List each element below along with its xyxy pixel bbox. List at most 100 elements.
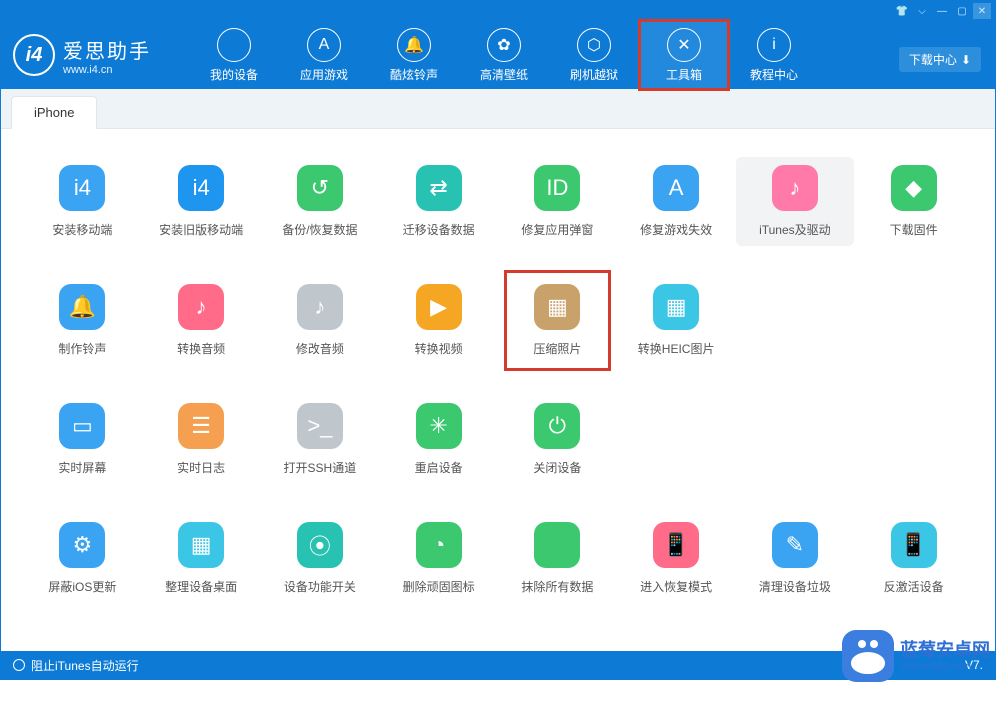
tool-item[interactable]: ◆下载固件 [854, 157, 973, 246]
tool-icon: 📱 [891, 522, 937, 568]
download-center-button[interactable]: 下载中心 ⬇ [899, 47, 981, 72]
tool-item[interactable]: 抹除所有数据 [498, 514, 617, 603]
logo-icon: i4 [13, 34, 55, 76]
tool-item[interactable]: ▶ 转换视频 [379, 276, 498, 365]
tool-label: 实时日志 [177, 459, 225, 476]
nav-wallpaper[interactable]: ✿ 高清壁纸 [461, 22, 547, 88]
minimize-icon[interactable]: — [933, 3, 951, 19]
tool-icon: ✳ [416, 403, 462, 449]
nav-apps[interactable]: A 应用游戏 [281, 22, 367, 88]
tool-item[interactable]: A 修复游戏失效 [617, 157, 736, 246]
bell-icon: 🔔 [397, 28, 431, 62]
radio-icon[interactable] [13, 659, 25, 671]
tool-icon: ⇄ [416, 165, 462, 211]
tool-icon: A [653, 165, 699, 211]
tool-item[interactable]: ⚙屏蔽iOS更新 [23, 514, 142, 603]
tool-label: 修复游戏失效 [640, 221, 712, 238]
tool-icon: ⦿ [297, 522, 343, 568]
tool-label: 抹除所有数据 [521, 578, 593, 595]
tool-icon: ⏻ [534, 403, 580, 449]
tool-item[interactable]: ♪修改音频 [261, 276, 380, 365]
tool-icon: ↺ [297, 165, 343, 211]
tool-icon: ▦ [534, 284, 580, 330]
tool-label: 压缩照片 [533, 340, 581, 357]
theme-icon[interactable]: 👕 [893, 3, 911, 19]
nav-my-device[interactable]: 我的设备 [191, 22, 277, 88]
tabs: iPhone [1, 89, 995, 129]
tool-label: 转换音频 [177, 340, 225, 357]
watermark: 蓝莓安卓网 www.lmkjst.com [842, 630, 990, 682]
tool-item[interactable]: ✎ 清理设备垃圾 [736, 514, 855, 603]
info-icon: i [757, 28, 791, 62]
blueberry-icon [842, 630, 894, 682]
tool-item[interactable]: ▦ 整理设备桌面 [142, 514, 261, 603]
tool-item[interactable]: ↺ 备份/恢复数据 [261, 157, 380, 246]
status-text: 阻止iTunes自动运行 [31, 657, 139, 674]
nav-flash[interactable]: ⬡ 刷机越狱 [551, 22, 637, 88]
tool-label: 打开SSH通道 [284, 459, 357, 476]
tool-item[interactable]: ⏻ 关闭设备 [498, 395, 617, 484]
tool-item[interactable]: ✳ 重启设备 [379, 395, 498, 484]
tool-item[interactable]: i4安装移动端 [23, 157, 142, 246]
tool-item[interactable]: ⦿ 设备功能开关 [261, 514, 380, 603]
tool-label: 进入恢复模式 [640, 578, 712, 595]
tool-icon: ⚙ [59, 522, 105, 568]
tool-icon: ▶ [416, 284, 462, 330]
titlebar: 👕 ⌵ — ▢ ✕ [1, 1, 995, 21]
nav-tutorials[interactable]: i 教程中心 [731, 22, 817, 88]
tool-icon: ▭ [59, 403, 105, 449]
dropdown-icon[interactable]: ⌵ [913, 3, 931, 19]
tool-icon [534, 522, 580, 568]
tool-icon: ✎ [772, 522, 818, 568]
tool-item[interactable]: ♪ iTunes及驱动 [736, 157, 855, 246]
tool-icon: >_ [297, 403, 343, 449]
tool-item[interactable]: ♪转换音频 [142, 276, 261, 365]
tool-label: 修复应用弹窗 [521, 221, 593, 238]
download-icon: ⬇ [961, 53, 971, 67]
tool-item[interactable]: ▦ 压缩照片 [498, 276, 617, 365]
close-icon[interactable]: ✕ [973, 3, 991, 19]
app-icon: A [307, 28, 341, 62]
tool-item[interactable]: 🔔制作铃声 [23, 276, 142, 365]
tab-iphone[interactable]: iPhone [11, 96, 97, 129]
tool-item[interactable]: ☰实时日志 [142, 395, 261, 484]
tool-icon: ▦ [653, 284, 699, 330]
flower-icon: ✿ [487, 28, 521, 62]
box-icon: ⬡ [577, 28, 611, 62]
tool-item[interactable]: i4安装旧版移动端 [142, 157, 261, 246]
tool-label: 清理设备垃圾 [759, 578, 831, 595]
tool-label: 转换视频 [415, 340, 463, 357]
tool-label: 制作铃声 [58, 340, 106, 357]
tool-item[interactable]: ⇄迁移设备数据 [379, 157, 498, 246]
tool-label: 关闭设备 [533, 459, 581, 476]
tool-icon: ◔ [416, 522, 462, 568]
tool-label: 实时屏幕 [58, 459, 106, 476]
tool-label: 整理设备桌面 [165, 578, 237, 595]
tool-label: 删除顽固图标 [403, 578, 475, 595]
tool-item[interactable]: ▦ 转换HEIC图片 [617, 276, 736, 365]
tool-label: 重启设备 [415, 459, 463, 476]
tool-icon: ♪ [772, 165, 818, 211]
tool-label: iTunes及驱动 [759, 221, 831, 238]
tool-item[interactable]: ID 修复应用弹窗 [498, 157, 617, 246]
nav-ringtones[interactable]: 🔔 酷炫铃声 [371, 22, 457, 88]
tool-label: 备份/恢复数据 [282, 221, 357, 238]
tool-label: 转换HEIC图片 [638, 340, 715, 357]
tool-grid-area: i4安装移动端i4安装旧版移动端 ↺ 备份/恢复数据 ⇄迁移设备数据 ID 修复应用弹窗 A… [1, 129, 995, 651]
tool-item[interactable]: ◔ 删除顽固图标 [379, 514, 498, 603]
tool-label: 安装移动端 [52, 221, 112, 238]
tool-icon: ◆ [891, 165, 937, 211]
tool-item[interactable]: 📱 反激活设备 [854, 514, 973, 603]
app-title: 爱思助手 [63, 35, 151, 64]
tool-label: 修改音频 [296, 340, 344, 357]
tool-icon: ID [534, 165, 580, 211]
tool-item[interactable]: 📱进入恢复模式 [617, 514, 736, 603]
tool-item[interactable]: >_ 打开SSH通道 [261, 395, 380, 484]
maximize-icon[interactable]: ▢ [953, 3, 971, 19]
tool-icon: ▦ [178, 522, 224, 568]
app-subtitle: www.i4.cn [63, 64, 151, 76]
nav-toolbox[interactable]: ✕ 工具箱 [641, 22, 727, 88]
tool-item[interactable]: ▭ 实时屏幕 [23, 395, 142, 484]
tool-label: 设备功能开关 [284, 578, 356, 595]
tool-label: 反激活设备 [884, 578, 944, 595]
